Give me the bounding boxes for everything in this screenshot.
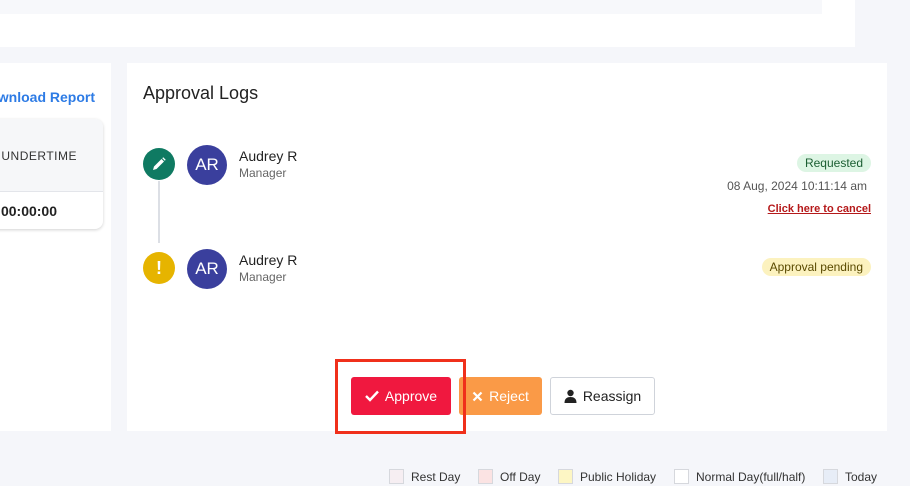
undertime-value: 00:00:00 xyxy=(0,203,57,219)
legend-swatch xyxy=(823,469,838,484)
log-user-role: Manager xyxy=(239,270,287,284)
log-user-name: Audrey R xyxy=(239,252,298,268)
legend-label: Public Holiday xyxy=(580,469,657,484)
approve-highlight-box xyxy=(335,359,466,434)
legend-label: Normal Day(full/half) xyxy=(696,469,806,484)
legend-swatch xyxy=(558,469,573,484)
legend-item-rest-day: Rest Day xyxy=(389,469,460,484)
pencil-icon xyxy=(143,148,175,180)
legend-item-off-day: Off Day xyxy=(478,469,540,484)
log-user-role: Manager xyxy=(239,166,287,180)
legend-label: Rest Day xyxy=(411,469,461,484)
top-card xyxy=(0,0,855,47)
timeline-connector xyxy=(158,181,160,243)
legend-label: Off Day xyxy=(500,469,541,484)
status-badge-pending: Approval pending xyxy=(761,258,871,276)
reject-button[interactable]: Reject xyxy=(459,377,542,415)
reject-button-label: Reject xyxy=(489,388,529,404)
legend-swatch xyxy=(389,469,404,484)
summary-table-header: UNDERTIME xyxy=(0,119,103,192)
calendar-legend: Rest Day Off Day Public Holiday Normal D… xyxy=(0,469,910,486)
x-icon xyxy=(472,391,483,401)
legend-item-normal-day: Normal Day(full/half) xyxy=(674,469,805,484)
attendance-summary-panel: Download Report UNDERTIME 00:00:00 xyxy=(0,63,111,431)
download-report-link[interactable]: Download Report xyxy=(0,89,111,105)
legend-label: Today xyxy=(845,469,878,484)
summary-table: UNDERTIME 00:00:00 xyxy=(0,119,103,229)
reassign-button-label: Reassign xyxy=(582,388,642,404)
avatar: AR xyxy=(187,249,227,289)
log-user-name: Audrey R xyxy=(239,148,298,164)
avatar: AR xyxy=(187,145,227,185)
cancel-request-link[interactable]: Click here to cancel xyxy=(768,203,871,215)
legend-swatch xyxy=(674,469,689,484)
exclamation-icon: ! xyxy=(143,252,175,284)
approval-logs-card: Approval Logs AR Audrey R Manager Reques… xyxy=(127,63,887,431)
reassign-button[interactable]: Reassign xyxy=(550,377,655,415)
legend-item-today: Today xyxy=(823,469,877,484)
approval-logs-title: Approval Logs xyxy=(143,83,259,103)
legend-swatch xyxy=(478,469,493,484)
log-timestamp: 08 Aug, 2024 10:11:14 am xyxy=(727,179,867,193)
user-icon xyxy=(564,389,577,403)
status-badge-requested: Requested xyxy=(796,154,871,172)
undertime-column-header: UNDERTIME xyxy=(1,149,77,163)
top-card-inner xyxy=(0,0,822,14)
legend-item-public-holiday: Public Holiday xyxy=(558,469,656,484)
